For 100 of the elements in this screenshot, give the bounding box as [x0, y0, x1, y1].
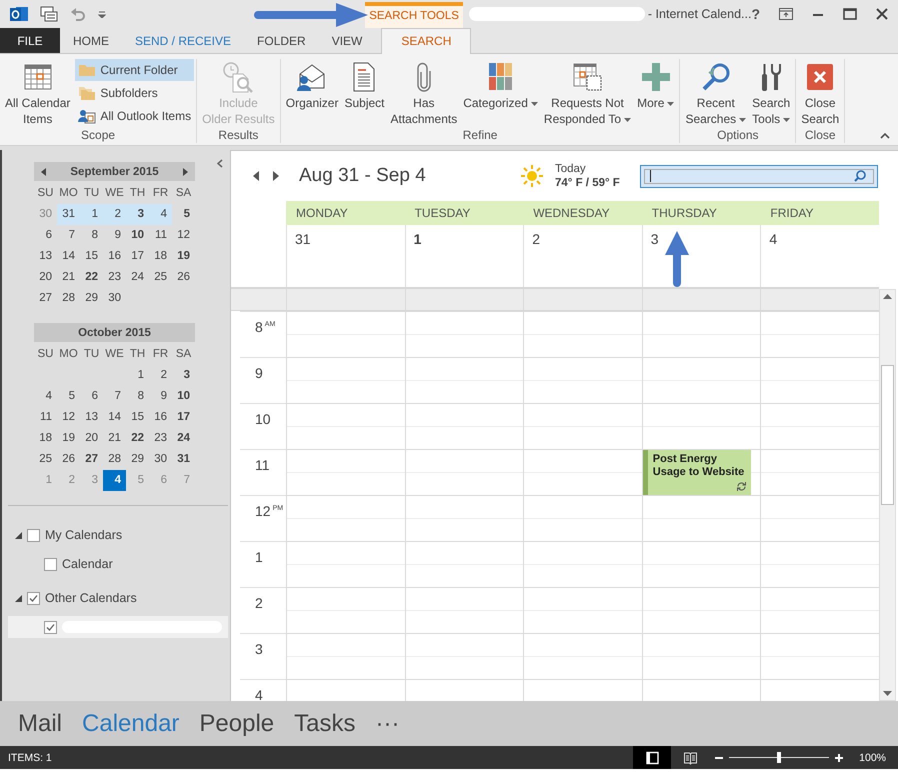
calendar-day[interactable]: 23: [149, 428, 172, 449]
calendar-day[interactable]: 2: [149, 365, 172, 386]
calendar-day[interactable]: 20: [80, 428, 103, 449]
calendar-day[interactable]: 14: [103, 407, 126, 428]
calendar-day[interactable]: 3: [126, 204, 149, 225]
nav-item[interactable]: Tasks: [290, 710, 360, 738]
calendar-day[interactable]: 13: [80, 407, 103, 428]
calendar-day[interactable]: 25: [34, 449, 57, 470]
ribbon-button[interactable]: Has Attachments: [388, 59, 460, 127]
calendar-day[interactable]: 5: [172, 204, 195, 225]
ribbon-tab[interactable]: FILE: [0, 28, 60, 53]
calendar-day[interactable]: 17: [172, 407, 195, 428]
day-cell[interactable]: 4: [760, 225, 879, 287]
ribbon-button[interactable]: Subfolders: [75, 82, 194, 104]
calendar-day[interactable]: 10: [126, 225, 149, 246]
calendar-day[interactable]: 22: [80, 267, 103, 288]
nav-item[interactable]: ···: [372, 710, 404, 738]
calendar-day[interactable]: 11: [149, 225, 172, 246]
ribbon-button[interactable]: Categorized: [460, 59, 541, 111]
calendar-day[interactable]: 9: [149, 386, 172, 407]
ribbon-button[interactable]: All Calendar Items: [2, 59, 74, 127]
ribbon-button[interactable]: Organizer: [282, 59, 342, 111]
calendar-day[interactable]: 27: [34, 288, 57, 309]
calendar-day[interactable]: 23: [103, 267, 126, 288]
calendar-day[interactable]: 31: [172, 449, 195, 470]
calendar-day[interactable]: 6: [80, 386, 103, 407]
calendar-day[interactable]: 31: [57, 204, 80, 225]
calendar-day[interactable]: 21: [57, 267, 80, 288]
calendar-day[interactable]: 16: [103, 246, 126, 267]
calendar-day[interactable]: 5: [57, 386, 80, 407]
calendar-day[interactable]: 8: [80, 225, 103, 246]
ribbon-tab[interactable]: SEND / RECEIVE: [122, 28, 244, 53]
ribbon-button[interactable]: Search Tools: [749, 59, 794, 127]
ribbon-button[interactable]: All Outlook Items: [75, 105, 194, 127]
calendar-label[interactable]: Calendar: [62, 557, 113, 571]
calendar-day[interactable]: 1: [80, 204, 103, 225]
day-cell[interactable]: 2: [523, 225, 642, 287]
item-count: ITEMS: 1: [8, 752, 52, 764]
calendar-day[interactable]: 6: [34, 225, 57, 246]
folder-label[interactable]: Other Calendars: [45, 591, 137, 605]
calendar-day[interactable]: 11: [34, 407, 57, 428]
calendar-day[interactable]: 30: [149, 449, 172, 470]
calendar-day[interactable]: 14: [57, 246, 80, 267]
calendar-day[interactable]: 29: [126, 449, 149, 470]
calendar-day[interactable]: 13: [34, 246, 57, 267]
calendar-day[interactable]: 24: [172, 428, 195, 449]
calendar-day[interactable]: 4: [103, 470, 126, 491]
ribbon-tab[interactable]: SEARCH: [381, 28, 472, 54]
calendar-day[interactable]: 4: [34, 386, 57, 407]
hour-label: 2: [255, 595, 263, 611]
calendar-day[interactable]: 10: [172, 386, 195, 407]
calendar-day[interactable]: 21: [103, 428, 126, 449]
calendar-day[interactable]: 7: [57, 225, 80, 246]
calendar-day[interactable]: 30: [103, 288, 126, 309]
calendar-day[interactable]: 28: [57, 288, 80, 309]
calendar-day[interactable]: 3: [172, 365, 195, 386]
calendar-day[interactable]: 28: [103, 449, 126, 470]
ribbon-button[interactable]: Close Search: [798, 59, 842, 127]
ribbon-tab[interactable]: VIEW: [318, 28, 376, 53]
calendar-day[interactable]: 29: [80, 288, 103, 309]
calendar-day[interactable]: 17: [126, 246, 149, 267]
ribbon-button[interactable]: Current Folder: [75, 59, 194, 81]
calendar-day[interactable]: 19: [57, 428, 80, 449]
day-cell[interactable]: 1: [404, 225, 524, 287]
ribbon-button[interactable]: Requests Not Responded To: [540, 59, 634, 127]
folder-row[interactable]: My Calendars: [8, 524, 228, 546]
folder-label[interactable]: My Calendars: [45, 528, 122, 542]
calendar-day[interactable]: 4: [149, 204, 172, 225]
calendar-day[interactable]: 8: [126, 386, 149, 407]
ribbon-button[interactable]: More: [634, 59, 678, 111]
help-button[interactable]: ?: [751, 6, 760, 22]
calendar-day[interactable]: 18: [34, 428, 57, 449]
folder-row[interactable]: Other Calendars: [8, 587, 228, 609]
calendar-day[interactable]: 12: [57, 407, 80, 428]
calendar-day[interactable]: 16: [149, 407, 172, 428]
calendar-day[interactable]: 19: [172, 246, 195, 267]
calendar-day[interactable]: 20: [34, 267, 57, 288]
calendar-day[interactable]: 15: [126, 407, 149, 428]
calendar-day[interactable]: 27: [80, 449, 103, 470]
calendar-day[interactable]: 12: [172, 225, 195, 246]
calendar-day[interactable]: 25: [149, 267, 172, 288]
ribbon-tab[interactable]: HOME: [60, 28, 122, 53]
calendar-day[interactable]: 24: [126, 267, 149, 288]
weekday-label: FR: [152, 347, 170, 362]
calendar-day[interactable]: 18: [149, 246, 172, 267]
calendar-day[interactable]: 1: [126, 365, 149, 386]
day-cell[interactable]: 31: [286, 225, 405, 287]
folder-row[interactable]: Calendar: [8, 553, 228, 575]
calendar-day[interactable]: 7: [103, 386, 126, 407]
calendar-day[interactable]: 9: [103, 225, 126, 246]
nav-item[interactable]: People: [195, 710, 278, 738]
ribbon-button[interactable]: Recent Searches: [682, 59, 750, 127]
nav-item[interactable]: Mail: [14, 710, 66, 738]
calendar-day[interactable]: 15: [80, 246, 103, 267]
calendar-day[interactable]: 26: [57, 449, 80, 470]
ribbon-tab[interactable]: FOLDER: [244, 28, 319, 53]
calendar-day[interactable]: 2: [103, 204, 126, 225]
ribbon-button[interactable]: Subject: [341, 59, 388, 111]
calendar-day[interactable]: 26: [172, 267, 195, 288]
calendar-day[interactable]: 22: [126, 428, 149, 449]
